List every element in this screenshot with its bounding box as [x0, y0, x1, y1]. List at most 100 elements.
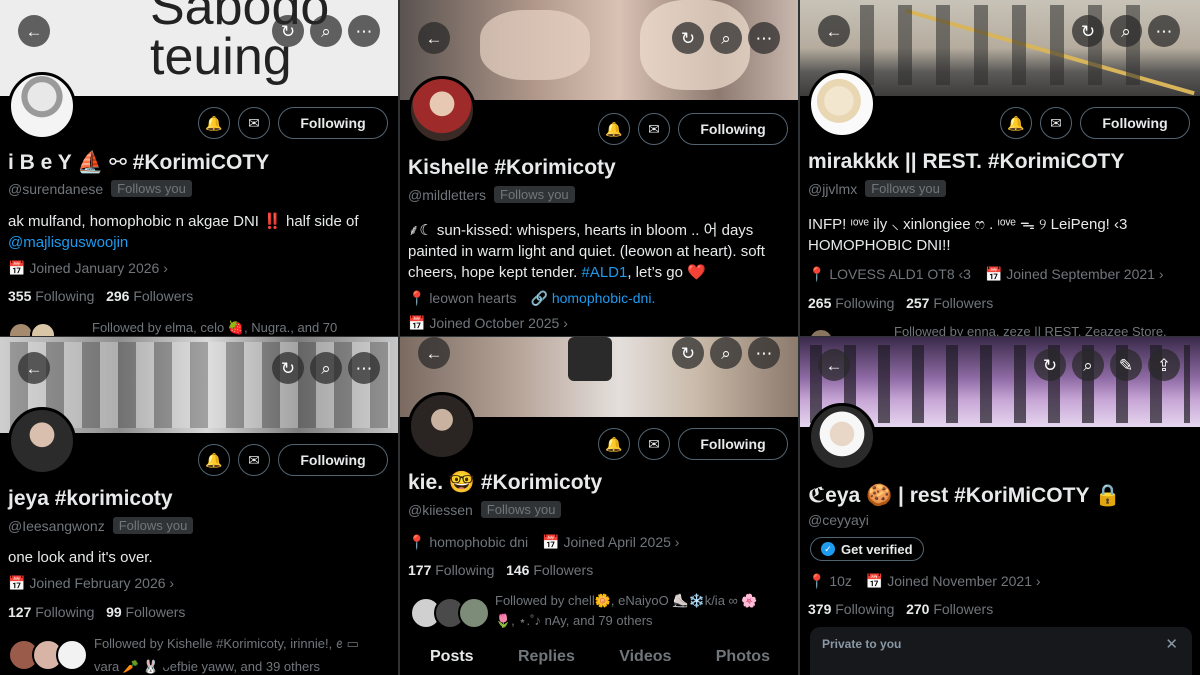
handle: @kiiessen	[408, 501, 473, 518]
search-button[interactable]: ⌕	[710, 22, 742, 54]
following-count[interactable]: 265	[808, 295, 831, 311]
back-button[interactable]: ←	[18, 352, 50, 384]
get-verified-button[interactable]: ✓ Get verified	[810, 537, 924, 561]
followers-count[interactable]: 257	[906, 295, 929, 311]
back-button[interactable]: ←	[818, 349, 850, 381]
location: 📍 leowon hearts	[408, 290, 517, 306]
followers-label: Followers	[933, 295, 994, 311]
search-button[interactable]: ⌕	[1110, 15, 1142, 47]
followed-by-continued[interactable]: 🌷, ⋆.˚♪ nAy, and 79 others	[495, 613, 653, 629]
follower-avatar	[30, 322, 56, 337]
followers-count[interactable]: 99	[106, 604, 122, 620]
bio-mention-link[interactable]: @majlisguswoojin	[8, 234, 128, 251]
following-button[interactable]: Following	[1080, 107, 1190, 139]
message-button[interactable]: ✉	[238, 444, 270, 476]
back-button[interactable]: ←	[18, 15, 50, 47]
message-button[interactable]: ✉	[1040, 107, 1072, 139]
following-count[interactable]: 127	[8, 604, 31, 620]
tab-videos[interactable]: Videos	[619, 648, 671, 666]
notify-button[interactable]: 🔔	[198, 107, 230, 139]
avatar[interactable]	[8, 72, 76, 140]
tab-replies[interactable]: Replies	[518, 648, 575, 666]
following-button[interactable]: Following	[278, 444, 388, 476]
following-button[interactable]: Following	[678, 113, 788, 145]
joined-date: 📅 Joined February 2026 ›	[8, 575, 175, 591]
message-button[interactable]: ✉	[638, 113, 670, 145]
handle: @surendanese	[8, 180, 104, 197]
following-label: Following	[35, 288, 95, 304]
sync-button[interactable]: ↻	[272, 352, 304, 384]
followed-by[interactable]: Followed by elma, celo 🍓, Nugra., and 70	[92, 320, 337, 336]
notify-button[interactable]: 🔔	[598, 113, 630, 145]
sync-button[interactable]: ↻	[272, 15, 304, 47]
search-button[interactable]: ⌕	[310, 15, 342, 47]
display-name: jeya #korimicoty	[8, 487, 173, 510]
back-button[interactable]: ←	[818, 15, 850, 47]
sync-button[interactable]: ↻	[1034, 349, 1066, 381]
following-label: Following	[835, 601, 895, 617]
follow-stats: 127 Following 99 Followers	[8, 604, 185, 620]
back-button[interactable]: ←	[418, 337, 450, 369]
message-button[interactable]: ✉	[238, 107, 270, 139]
avatar[interactable]	[808, 70, 876, 138]
following-count[interactable]: 379	[808, 601, 831, 617]
follower-avatar	[458, 597, 490, 629]
search-button[interactable]: ⌕	[710, 337, 742, 369]
joined-date: 📅 Joined November 2021 ›	[865, 573, 1041, 589]
display-name: mirakkkk || REST. #KorimiCOTY	[808, 150, 1125, 173]
back-button[interactable]: ←	[418, 22, 450, 54]
panel-divider	[398, 0, 400, 675]
following-button[interactable]: Following	[278, 107, 388, 139]
more-button[interactable]: ⋯	[748, 22, 780, 54]
search-button[interactable]: ⌕	[310, 352, 342, 384]
notify-button[interactable]: 🔔	[598, 428, 630, 460]
website-link[interactable]: 🔗 homophobic-dni.	[531, 290, 656, 307]
get-verified-label: Get verified	[841, 541, 913, 557]
tab-photos[interactable]: Photos	[716, 648, 770, 666]
avatar[interactable]	[408, 392, 476, 460]
follower-avatar	[56, 639, 88, 671]
location: 📍 homophobic dni	[408, 534, 529, 550]
followers-count[interactable]: 296	[106, 288, 129, 304]
followers-count[interactable]: 146	[506, 562, 529, 578]
avatar[interactable]	[8, 407, 76, 475]
panel-divider	[798, 0, 800, 675]
following-button[interactable]: Following	[678, 428, 788, 460]
more-button[interactable]: ⋯	[748, 337, 780, 369]
joined-date: 📅 Joined April 2025 ›	[542, 534, 680, 550]
edit-button[interactable]: ✎	[1110, 349, 1142, 381]
notify-button[interactable]: 🔔	[198, 444, 230, 476]
sync-button[interactable]: ↻	[672, 337, 704, 369]
handle: @mildletters	[408, 186, 487, 203]
joined-date: 📅 Joined January 2026 ›	[8, 260, 168, 276]
following-count[interactable]: 177	[408, 562, 431, 578]
bio: ⸙☾ sun-kissed: whispers, hearts in bloom…	[408, 220, 784, 283]
profile-panel-ieesangwonz: ← ↻ ⌕ ⋯ 🔔 ✉ Following jeya #korimicoty @…	[0, 337, 398, 675]
bio-text: ak mulfand, homophobic n akgae DNI ‼️ ha…	[8, 213, 359, 230]
profile-panel-kiiessen: ← ↻ ⌕ ⋯ 🔔 ✉ Following kie. 🤓 #Korimicoty…	[400, 337, 798, 675]
share-button[interactable]: ⇪	[1148, 349, 1180, 381]
follow-stats: 177 Following 146 Followers	[408, 562, 593, 578]
more-button[interactable]: ⋯	[1148, 15, 1180, 47]
avatar[interactable]	[408, 76, 476, 144]
sync-button[interactable]: ↻	[672, 22, 704, 54]
sync-button[interactable]: ↻	[1072, 15, 1104, 47]
notify-button[interactable]: 🔔	[1000, 107, 1032, 139]
more-button[interactable]: ⋯	[348, 352, 380, 384]
close-icon[interactable]: ✕	[1165, 635, 1178, 653]
message-button[interactable]: ✉	[638, 428, 670, 460]
followers-count[interactable]: 270	[906, 601, 929, 617]
followed-by[interactable]: Followed by chell🌼, eNaiyoO ⛸️❄️k/ia ∞ 🌸	[495, 593, 758, 609]
followed-by-continued[interactable]: vara 🥕 🐰 ᴗefbie yaww, and 39 others	[94, 659, 320, 675]
following-count[interactable]: 355	[8, 288, 31, 304]
following-label: Following	[835, 295, 895, 311]
bio-hashtag-link[interactable]: #ALD1	[581, 264, 627, 281]
followers-label: Followers	[125, 604, 186, 620]
search-button[interactable]: ⌕	[1072, 349, 1104, 381]
tab-posts[interactable]: Posts	[430, 648, 474, 666]
follows-you-badge: Follows you	[494, 186, 575, 203]
followed-by[interactable]: Followed by Kishelle #Korimicoty, irinni…	[94, 632, 359, 659]
display-name: kie. 🤓 #Korimicoty	[408, 471, 603, 494]
more-button[interactable]: ⋯	[348, 15, 380, 47]
avatar[interactable]	[808, 403, 876, 471]
